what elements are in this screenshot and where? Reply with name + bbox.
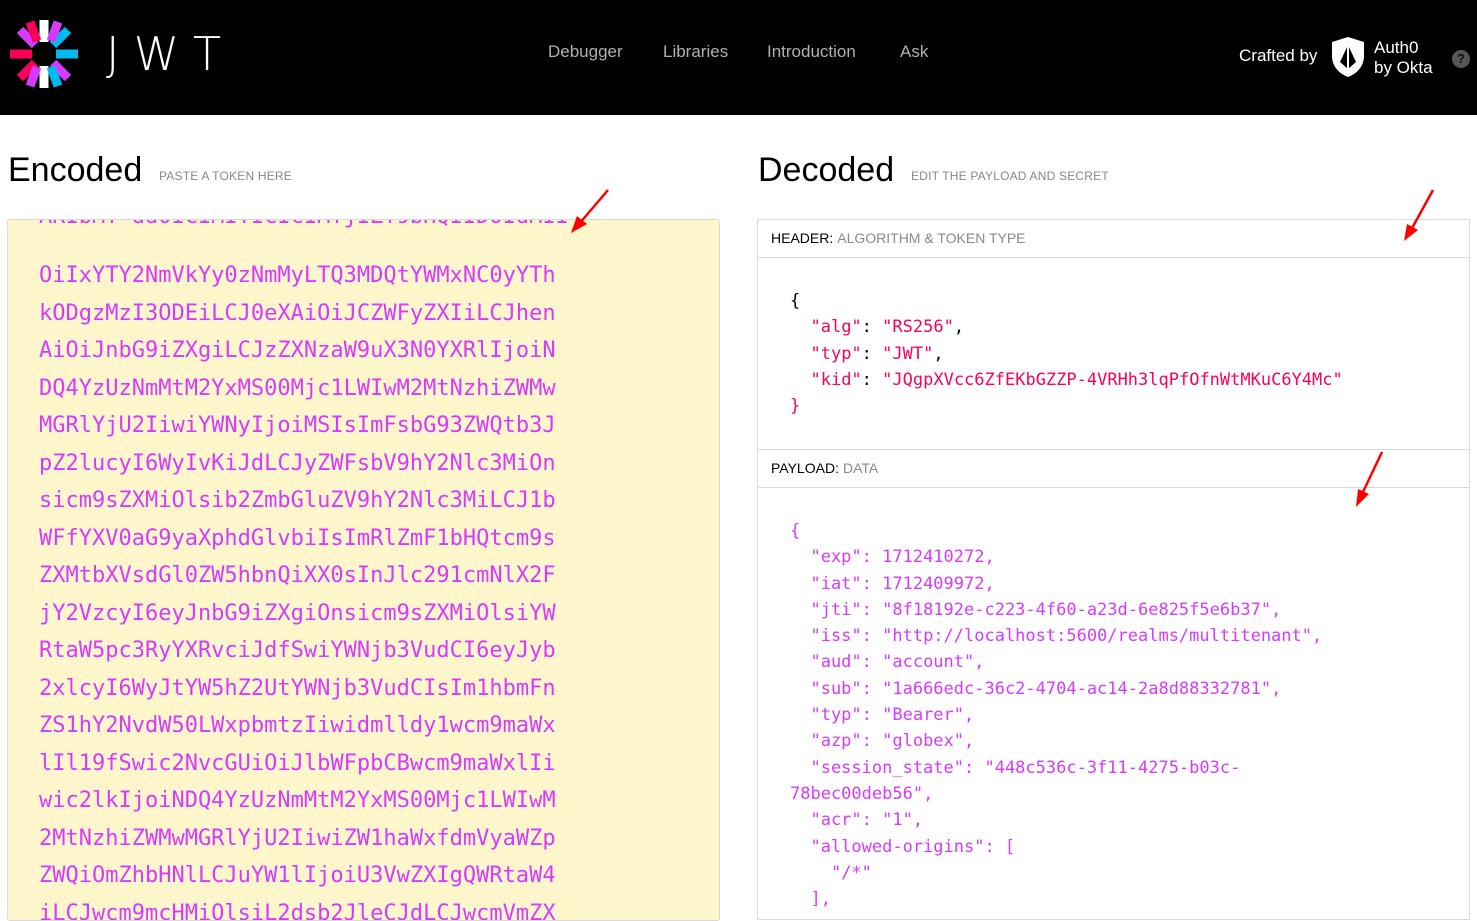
payload-label: PAYLOAD: xyxy=(771,460,839,476)
payload-json-editor[interactable]: { "exp": 1712410272, "iat": 1712409972, … xyxy=(790,518,1322,912)
nav-ask[interactable]: Ask xyxy=(900,42,928,62)
typ-value: JWT xyxy=(892,344,923,364)
token-line: ZWQiOmZhbHNlLCJuYW1lIjoiU3VwZXIgQWRtaW4 xyxy=(39,857,556,895)
crafted-by-label: Crafted by xyxy=(1239,46,1317,66)
token-line: iLCJwcm9mcHMiOlsiL2dsb2JleCJdLCJwcmVmZX xyxy=(39,895,556,921)
payload-desc: DATA xyxy=(843,460,878,476)
token-line: MGRlYjU2IiwiYWNyIjoiMSIsImFsbG93ZWQtb3J xyxy=(39,407,556,445)
token-line-partial: AKIbMT dd0ICIMITICICIMTjIZT9bHQIIDOIdMII xyxy=(39,219,569,236)
token-line: OiIxYTY2NmVkYy0zNmMyLTQ3MDQtYWMxNC0yYTh xyxy=(39,257,556,295)
aud-value: account xyxy=(892,652,964,672)
allowed-origin-value: /* xyxy=(841,863,861,883)
token-line: lIl19fSwic2NvcGUiOiJlbWFpbCBwcm9maWxlIi xyxy=(39,745,556,783)
auth0-shield-icon[interactable] xyxy=(1330,36,1366,78)
auth0-label: Auth0 xyxy=(1374,38,1433,58)
token-line: 2xlcyI6WyJtYW5hZ2UtYWNjb3VudCIsIm1hbmFn xyxy=(39,670,556,708)
header-panel: HEADER:ALGORITHM & TOKEN TYPE { "alg": "… xyxy=(757,219,1470,451)
nav-debugger[interactable]: Debugger xyxy=(548,42,623,62)
token-line: AiOiJnbG9iZXgiLCJzZXNzaW9uX3N0YXRlIjoiN xyxy=(39,332,556,370)
token-line: kODgzMzI3ODEiLCJ0eXAiOiJCZWFyZXIiLCJhen xyxy=(39,295,556,333)
iss-value: http://localhost:5600/realms/multitenant xyxy=(892,626,1301,646)
token-line: WFfYXV0aG9yaXphdGlvbiIsImRlZmF1bHQtcm9s xyxy=(39,520,556,558)
header-label: HEADER: xyxy=(771,230,833,246)
jwt-logo-icon[interactable] xyxy=(6,16,82,92)
nav-introduction[interactable]: Introduction xyxy=(767,42,856,62)
session-state-value-b: 78bec00deb56 xyxy=(790,784,913,804)
top-navigation-bar: JWT Debugger Libraries Introduction Ask … xyxy=(0,0,1477,115)
token-line: sicm9sZXMiOlsib2ZmbGluZV9hY2Nlc3MiLCJ1b xyxy=(39,482,556,520)
decoded-subtitle: EDIT THE PAYLOAD AND SECRET xyxy=(911,169,1109,183)
acr-value: 1 xyxy=(892,810,902,830)
kid-value: JQgpXVcc6ZfEKbGZZP-4VRHh3lqPfOfnWtMKuC6Y… xyxy=(892,370,1332,390)
exp-value: 1712410272 xyxy=(882,547,984,567)
jti-value: 8f18192e-c223-4f60-a23d-6e825f5e6b37 xyxy=(892,600,1260,620)
encoded-token-textarea[interactable]: AKIbMT dd0ICIMITICICIMTjIZT9bHQIIDOIdMII… xyxy=(7,219,720,921)
brand-name[interactable]: JWT xyxy=(106,28,235,80)
token-line: 2MtNzhiZWMwMGRlYjU2IiwiZW1haWxfdmVyaWZp xyxy=(39,820,556,858)
token-lines: OiIxYTY2NmVkYy0zNmMyLTQ3MDQtYWMxNC0yYTh … xyxy=(39,257,556,921)
by-okta-label: by Okta xyxy=(1374,58,1433,78)
help-icon[interactable]: ? xyxy=(1452,50,1470,68)
encoded-title: Encoded xyxy=(8,150,142,190)
token-line: RtaW5pc3RyYXRvciJdfSwiYWNjb3VudCI6eyJyb xyxy=(39,632,556,670)
token-line: wic2lkIjoiNDQ4YzUzNmMtM2YxMS00Mjc1LWIwM xyxy=(39,782,556,820)
payload-panel: PAYLOAD:DATA { "exp": 1712410272, "iat":… xyxy=(757,449,1470,920)
header-panel-title: HEADER:ALGORITHM & TOKEN TYPE xyxy=(758,220,1469,258)
auth0-by-okta-link[interactable]: Auth0 by Okta xyxy=(1374,38,1433,78)
token-line: ZXMtbXVsdGl0ZW5hbnQiXX0sInJlc291cmNlX2F xyxy=(39,557,556,595)
annotation-arrow-icon xyxy=(1395,186,1445,246)
session-state-value-a: 448c536c-3f11-4275-b03c- xyxy=(995,758,1241,778)
header-json-editor[interactable]: { "alg": "RS256", "typ": "JWT", "kid": "… xyxy=(790,288,1343,419)
annotation-arrow-icon xyxy=(565,186,615,236)
azp-value: globex xyxy=(892,731,953,751)
decoded-title: Decoded xyxy=(758,150,894,190)
token-line: jY2VzcyI6eyJnbG9iZXgiOnsicm9sZXMiOlsiYW xyxy=(39,595,556,633)
payload-typ-value: Bearer xyxy=(892,705,953,725)
header-desc: ALGORITHM & TOKEN TYPE xyxy=(837,230,1025,246)
token-line: DQ4YzUzNmMtM2YxMS00Mjc1LWIwM2MtNzhiZWMw xyxy=(39,370,556,408)
alg-value: RS256 xyxy=(892,317,943,337)
token-line: pZ2lucyI6WyIvKiJdLCJyZWFsbV9hY2Nlc3MiOn xyxy=(39,445,556,483)
nav-libraries[interactable]: Libraries xyxy=(663,42,728,62)
token-line: ZS1hY2NvdW50LWxpbmtzIiwidmlldy1wcm9maWx xyxy=(39,707,556,745)
sub-value: 1a666edc-36c2-4704-ac14-2a8d88332781 xyxy=(892,679,1260,699)
annotation-arrow-icon xyxy=(1348,448,1388,512)
encoded-subtitle: PASTE A TOKEN HERE xyxy=(159,169,292,183)
iat-value: 1712409972 xyxy=(882,574,984,594)
